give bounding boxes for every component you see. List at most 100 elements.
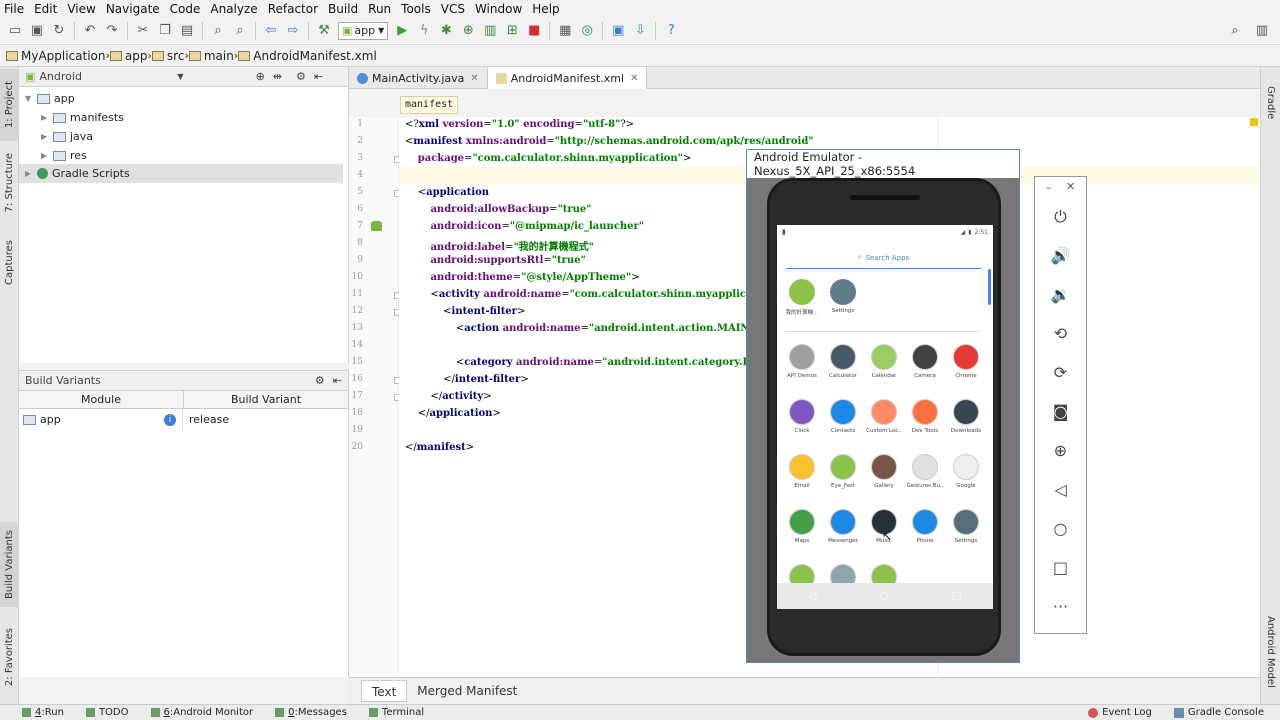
chevron-right-icon[interactable]: ▶ [25,169,37,178]
project-view-mode[interactable]: Android [39,70,177,83]
phone-screen[interactable]: ▮ ◢ ▮ 2:51 ⌕ Search Apps 我的計算機... Setting… [777,225,993,609]
status-tab[interactable]: 0: Messages [275,707,347,718]
find-icon[interactable]: ⌕ [208,21,228,41]
zoom-icon[interactable]: ⊕ [1035,441,1086,460]
volume-down-icon[interactable]: 🔉 [1035,285,1086,304]
sdk-manager-icon[interactable]: ⇩ [630,21,650,41]
tab-build-variants[interactable]: Build Variants [0,522,19,607]
tree-item[interactable]: ▶ java [41,127,93,146]
gear-icon[interactable]: ⚙ [296,70,306,83]
app-icon-cell[interactable]: Gestures Bu.. [904,454,946,489]
app-icon-cell[interactable]: Clock [781,399,823,434]
app-icon-cell[interactable]: Calendar [863,344,905,379]
close-icon[interactable]: ✕ [470,73,478,84]
close-icon[interactable]: ✕ [630,73,638,84]
gear-icon[interactable]: ⚙ [315,374,325,387]
app-icon-cell[interactable]: Phone [904,509,946,544]
home-icon[interactable]: ○ [880,591,889,602]
run-config-select[interactable]: ▣ app ▼ [338,21,389,40]
screenshot-icon[interactable]: ◙ [1035,402,1086,421]
tab-project[interactable]: 1: Project [0,69,19,141]
back-icon[interactable]: ◁ [1035,480,1086,499]
debug-icon[interactable]: ✱ [436,21,456,41]
scroll-indicator[interactable] [988,269,991,305]
tab-captures[interactable]: Captures [0,227,19,297]
menu-code[interactable]: Code [170,2,201,16]
breadcrumb-item[interactable]: main [188,49,234,63]
power-icon[interactable]: ⏻ [1035,207,1086,227]
app-icon-cell[interactable]: Settings [945,509,987,544]
app-icon-cell[interactable]: Contacts [822,399,864,434]
column-module[interactable]: Module [19,391,184,408]
sync-icon[interactable]: ↻ [49,21,69,41]
app-icon-cell[interactable]: Downloads [945,399,987,434]
android-icon[interactable] [371,221,382,231]
minimize-icon[interactable]: – [1046,181,1052,194]
breadcrumb-item[interactable]: app [109,49,148,63]
menu-window[interactable]: Window [475,2,522,16]
chevron-down-icon[interactable]: ▼ [177,72,183,81]
back-nav-icon[interactable]: ⇦ [261,21,281,41]
breadcrumb-item[interactable]: src [151,49,184,63]
save-icon[interactable]: ▣ [27,21,47,41]
profile-icon[interactable]: ⊕ [458,21,478,41]
menu-run[interactable]: Run [368,2,391,16]
rotate-left-icon[interactable]: ⟲ [1035,324,1086,343]
stop-icon[interactable]: ■ [524,21,544,41]
editor-tab[interactable]: AndroidManifest.xml ✕ [487,67,648,89]
app-icon-cell[interactable]: Messenger [822,509,864,544]
menu-vcs[interactable]: VCS [441,2,465,16]
search-icon[interactable]: ⌕ [1225,21,1245,41]
app-icon-cell[interactable]: 我的計算機... [781,279,823,316]
more-icon[interactable]: ··· [1035,597,1086,616]
app-icon-cell[interactable]: Eye_Fast [822,454,864,489]
tree-item[interactable]: ▼ app [25,89,75,108]
app-icon-cell[interactable]: Custom Loc.. [863,399,905,434]
column-build-variant[interactable]: Build Variant [184,391,348,408]
app-icon-cell[interactable]: Maps [781,509,823,544]
status-tab[interactable]: Terminal [368,707,424,718]
project-structure-icon[interactable]: ▣ [608,21,628,41]
tab-gradle[interactable]: Gradle [1261,73,1280,133]
status-tab[interactable]: 6: Android Monitor [150,707,253,718]
xml-tag-breadcrumb[interactable]: manifest [400,96,459,114]
status-tab[interactable]: 4: Run [22,707,64,718]
close-icon[interactable]: ✕ [1066,180,1075,193]
tab-favorites[interactable]: 2: Favorites [0,622,19,692]
cut-icon[interactable]: ✂ [133,21,153,41]
warning-marker[interactable] [1250,118,1258,126]
status-tab[interactable]: Gradle Console [1173,707,1264,718]
target-icon[interactable]: ⊕ [256,70,265,83]
apply-changes-icon[interactable]: ϟ [414,21,434,41]
app-icon-cell[interactable]: Calculator [822,344,864,379]
tree-item[interactable]: ▶ Gradle Scripts [19,164,343,183]
coverage-icon[interactable]: ▥ [480,21,500,41]
volume-up-icon[interactable]: 🔊 [1035,246,1086,265]
app-icon-cell[interactable]: Settings [822,279,864,314]
build-variant-cell[interactable]: release [183,409,348,431]
attach-debugger-icon[interactable]: ⊞ [502,21,522,41]
status-tab[interactable]: Event Log [1088,707,1152,718]
collapse-icon[interactable]: ⇹ [273,70,282,83]
chevron-right-icon[interactable]: ▶ [41,132,53,141]
rotate-right-icon[interactable]: ⟳ [1035,363,1086,382]
menu-navigate[interactable]: Navigate [106,2,160,16]
forward-nav-icon[interactable]: ⇨ [283,21,303,41]
menu-tools[interactable]: Tools [401,2,431,16]
redo-icon[interactable]: ↷ [102,21,122,41]
bottom-tab[interactable]: Merged Manifest [407,680,527,702]
app-icon-cell[interactable]: Google [945,454,987,489]
chevron-down-icon[interactable]: ▼ [25,94,37,103]
help-icon[interactable]: ? [661,21,681,41]
app-icon-cell[interactable]: API Demos [781,344,823,379]
home-icon[interactable]: ○ [1035,519,1086,538]
hide-icon[interactable]: ⇤ [333,374,342,387]
app-icon-cell[interactable]: Camera [904,344,946,379]
avd-manager-icon[interactable]: ▦ [555,21,575,41]
menu-refactor[interactable]: Refactor [268,2,318,16]
hide-icon[interactable]: ⇤ [314,70,323,83]
menu-help[interactable]: Help [532,2,559,16]
sync-gradle-icon[interactable]: ◎ [577,21,597,41]
make-project-icon[interactable]: ⚒ [314,21,334,41]
chevron-right-icon[interactable]: ▶ [41,151,53,160]
